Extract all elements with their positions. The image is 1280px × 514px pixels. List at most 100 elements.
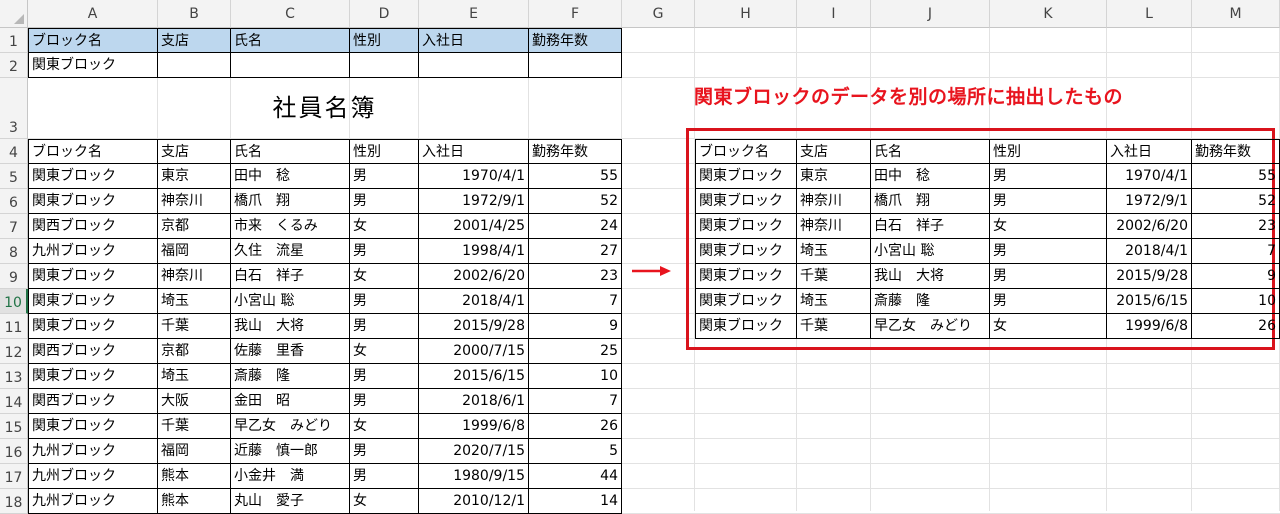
table-cell-gender[interactable]: 男 [350, 289, 419, 314]
column-header-l[interactable]: L [1107, 0, 1192, 28]
extract-cell-hire_date[interactable]: 1999/6/8 [1107, 314, 1192, 339]
table-cell-years[interactable]: 55 [529, 164, 622, 189]
row-header-11[interactable]: 11 [0, 314, 28, 339]
table-cell-years[interactable]: 26 [529, 414, 622, 439]
table-cell-branch[interactable]: 福岡 [158, 239, 231, 264]
table-cell-name[interactable]: 佐藤 里香 [231, 339, 350, 364]
extract-cell-name[interactable]: 早乙女 みどり [871, 314, 990, 339]
criteria-value-block[interactable]: 関東ブロック [28, 53, 158, 78]
table-cell-hire_date[interactable]: 2010/12/1 [419, 489, 529, 514]
table-cell-hire_date[interactable]: 2015/6/15 [419, 364, 529, 389]
extract-cell-name[interactable]: 我山 大将 [871, 264, 990, 289]
table-cell-name[interactable]: 丸山 愛子 [231, 489, 350, 514]
table-cell-name[interactable]: 我山 大将 [231, 314, 350, 339]
extract-cell-block[interactable]: 関東ブロック [695, 189, 797, 214]
table-cell-block[interactable]: 関東ブロック [28, 314, 158, 339]
select-all-corner[interactable] [0, 0, 28, 28]
row-header-10[interactable]: 10 [0, 289, 28, 314]
column-header-m[interactable]: M [1192, 0, 1280, 28]
table-cell-branch[interactable]: 熊本 [158, 489, 231, 514]
table-cell-years[interactable]: 52 [529, 189, 622, 214]
table-cell-branch[interactable]: 福岡 [158, 439, 231, 464]
table-cell-hire_date[interactable]: 2018/6/1 [419, 389, 529, 414]
criteria-header-gender[interactable]: 性別 [350, 28, 419, 53]
table-cell-branch[interactable]: 熊本 [158, 464, 231, 489]
extract-cell-branch[interactable]: 東京 [797, 164, 871, 189]
table-cell-years[interactable]: 27 [529, 239, 622, 264]
extract-cell-name[interactable]: 白石 祥子 [871, 214, 990, 239]
column-header-e[interactable]: E [419, 0, 529, 28]
table-cell-block[interactable]: 関東ブロック [28, 414, 158, 439]
table-cell-hire_date[interactable]: 1970/4/1 [419, 164, 529, 189]
table-cell-block[interactable]: 九州ブロック [28, 439, 158, 464]
extract-cell-branch[interactable]: 神奈川 [797, 189, 871, 214]
table-cell-block[interactable]: 九州ブロック [28, 239, 158, 264]
table-cell-years[interactable]: 14 [529, 489, 622, 514]
row-header-2[interactable]: 2 [0, 53, 28, 78]
extract-cell-hire_date[interactable]: 2015/9/28 [1107, 264, 1192, 289]
extract-cell-gender[interactable]: 男 [990, 189, 1107, 214]
extract-cell-hire_date[interactable]: 2018/4/1 [1107, 239, 1192, 264]
extract-cell-branch[interactable]: 千葉 [797, 264, 871, 289]
column-header-j[interactable]: J [871, 0, 990, 28]
table-cell-name[interactable]: 田中 稔 [231, 164, 350, 189]
table-cell-branch[interactable]: 京都 [158, 339, 231, 364]
table-cell-gender[interactable]: 男 [350, 389, 419, 414]
table-cell-gender[interactable]: 女 [350, 414, 419, 439]
table-header-name[interactable]: 氏名 [231, 139, 350, 164]
table-cell-years[interactable]: 9 [529, 314, 622, 339]
row-header-6[interactable]: 6 [0, 189, 28, 214]
extract-header-branch[interactable]: 支店 [797, 139, 871, 164]
table-cell-gender[interactable]: 男 [350, 189, 419, 214]
table-cell-name[interactable]: 白石 祥子 [231, 264, 350, 289]
extract-cell-hire_date[interactable]: 2015/6/15 [1107, 289, 1192, 314]
table-cell-block[interactable]: 九州ブロック [28, 464, 158, 489]
extract-cell-gender[interactable]: 男 [990, 164, 1107, 189]
table-cell-block[interactable]: 関西ブロック [28, 389, 158, 414]
table-cell-hire_date[interactable]: 2020/7/15 [419, 439, 529, 464]
extract-cell-years[interactable]: 55 [1192, 164, 1280, 189]
extract-cell-block[interactable]: 関東ブロック [695, 239, 797, 264]
extract-cell-years[interactable]: 9 [1192, 264, 1280, 289]
table-cell-gender[interactable]: 男 [350, 439, 419, 464]
row-header-3[interactable]: 3 [0, 78, 28, 139]
extract-header-name[interactable]: 氏名 [871, 139, 990, 164]
column-header-d[interactable]: D [350, 0, 419, 28]
column-header-f[interactable]: F [529, 0, 622, 28]
table-cell-gender[interactable]: 男 [350, 164, 419, 189]
row-header-5[interactable]: 5 [0, 164, 28, 189]
criteria-value-name[interactable] [231, 53, 350, 78]
extract-header-block[interactable]: ブロック名 [695, 139, 797, 164]
column-header-h[interactable]: H [695, 0, 797, 28]
row-header-14[interactable]: 14 [0, 389, 28, 414]
extract-header-years[interactable]: 勤務年数 [1192, 139, 1280, 164]
table-cell-years[interactable]: 10 [529, 364, 622, 389]
table-cell-branch[interactable]: 千葉 [158, 314, 231, 339]
criteria-value-years[interactable] [529, 53, 622, 78]
extract-header-hire_date[interactable]: 入社日 [1107, 139, 1192, 164]
row-header-7[interactable]: 7 [0, 214, 28, 239]
criteria-header-block[interactable]: ブロック名 [28, 28, 158, 53]
table-cell-gender[interactable]: 女 [350, 489, 419, 514]
table-cell-years[interactable]: 44 [529, 464, 622, 489]
table-cell-hire_date[interactable]: 2000/7/15 [419, 339, 529, 364]
row-header-18[interactable]: 18 [0, 489, 28, 514]
table-cell-gender[interactable]: 男 [350, 364, 419, 389]
criteria-header-hire_date[interactable]: 入社日 [419, 28, 529, 53]
row-header-4[interactable]: 4 [0, 139, 28, 164]
extract-cell-name[interactable]: 小宮山 聡 [871, 239, 990, 264]
table-cell-years[interactable]: 5 [529, 439, 622, 464]
extract-cell-gender[interactable]: 女 [990, 314, 1107, 339]
extract-cell-years[interactable]: 52 [1192, 189, 1280, 214]
column-header-a[interactable]: A [28, 0, 158, 28]
row-header-13[interactable]: 13 [0, 364, 28, 389]
table-cell-hire_date[interactable]: 1980/9/15 [419, 464, 529, 489]
row-header-15[interactable]: 15 [0, 414, 28, 439]
table-cell-block[interactable]: 関東ブロック [28, 264, 158, 289]
criteria-header-name[interactable]: 氏名 [231, 28, 350, 53]
row-header-17[interactable]: 17 [0, 464, 28, 489]
criteria-header-years[interactable]: 勤務年数 [529, 28, 622, 53]
table-cell-branch[interactable]: 埼玉 [158, 289, 231, 314]
extract-cell-hire_date[interactable]: 1970/4/1 [1107, 164, 1192, 189]
table-cell-branch[interactable]: 千葉 [158, 414, 231, 439]
